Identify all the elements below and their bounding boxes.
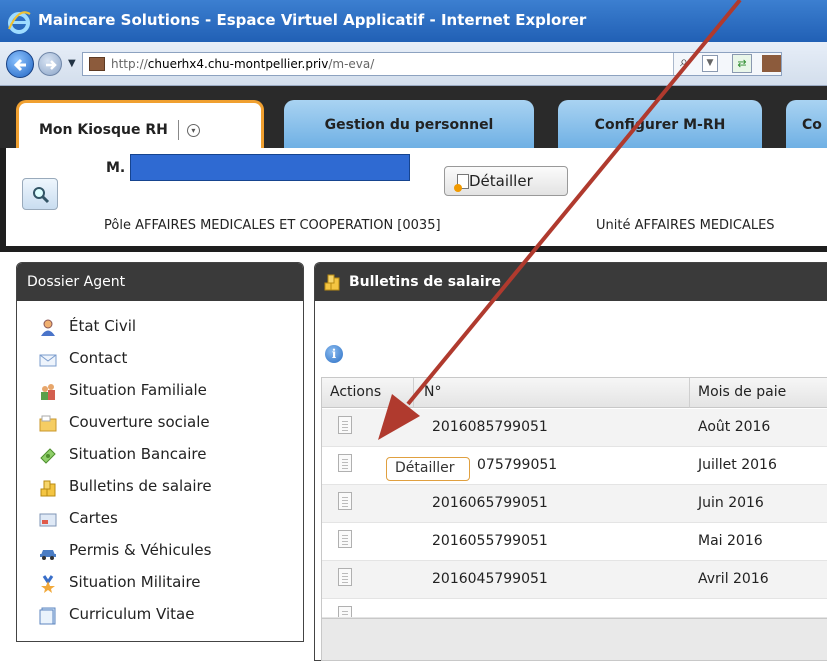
- detail-document-icon[interactable]: [338, 454, 352, 472]
- table-row[interactable]: 2016055799051 Mai 2016: [322, 523, 827, 561]
- sidebar-item-label: Bulletins de salaire: [69, 477, 212, 495]
- sidebar-item-label: Permis & Véhicules: [69, 541, 212, 559]
- tab-mon-kiosque-rh[interactable]: Mon Kiosque RH ▾: [16, 100, 264, 148]
- coins-icon: [324, 274, 340, 291]
- payslip-number: 2016055799051: [432, 533, 548, 549]
- sidebar-item-label: Situation Familiale: [69, 381, 207, 399]
- search-agent-button[interactable]: [22, 178, 58, 210]
- window-titlebar: Maincare Solutions - Espace Virtuel Appl…: [0, 0, 827, 42]
- url-field[interactable]: http://chuerhx4.chu-montpellier.priv/m-e…: [82, 52, 782, 76]
- car-icon: [40, 550, 56, 560]
- cv-icon: [39, 607, 56, 625]
- bulletins-panel: Bulletins de salaire i Actions N° Mois d…: [314, 262, 827, 661]
- payslip-number: 2016085799051: [432, 419, 548, 435]
- agent-pole: Pôle AFFAIRES MEDICALES ET COOPERATION […: [104, 218, 441, 233]
- sidebar-item-label: Curriculum Vitae: [69, 605, 195, 623]
- forward-arrow-icon: [46, 60, 57, 70]
- address-dropdown-button[interactable]: ▼: [702, 55, 718, 72]
- payslip-month: Août 2016: [698, 419, 771, 435]
- redacted-agent-name: [130, 154, 410, 181]
- dossier-agent-title: Dossier Agent: [17, 263, 303, 301]
- money-icon: [40, 448, 56, 464]
- column-header-mois-de-paie[interactable]: Mois de paie: [690, 378, 827, 408]
- search-icon[interactable]: ⌕: [680, 54, 688, 70]
- column-header-actions[interactable]: Actions: [322, 378, 414, 408]
- detail-document-icon[interactable]: [338, 492, 352, 510]
- payslip-month: Avril 2016: [698, 571, 769, 587]
- dossier-agent-panel: Dossier Agent État Civil Contact Situati…: [16, 262, 304, 642]
- url-prefix: http://: [111, 57, 148, 71]
- extra-tab-favicon-icon[interactable]: [762, 55, 781, 72]
- detail-document-icon[interactable]: [338, 568, 352, 586]
- tab-co[interactable]: Co: [786, 100, 827, 148]
- coins-icon: [40, 480, 56, 497]
- site-favicon-icon: [89, 57, 105, 71]
- person-icon: [41, 319, 55, 336]
- url-controls: ⌕ ▼ ⇄: [673, 53, 781, 75]
- detail-button-label: Détailler: [469, 172, 533, 190]
- back-button[interactable]: [6, 50, 34, 78]
- forward-button[interactable]: [38, 52, 62, 76]
- bulletins-panel-header: Bulletins de salaire: [315, 263, 827, 301]
- table-row[interactable]: 2016045799051 Avril 2016: [322, 561, 827, 599]
- agent-title: M.: [106, 160, 126, 176]
- card-icon: [39, 513, 57, 527]
- app-tabbar: Mon Kiosque RH ▾ Gestion du personnel Con…: [0, 86, 827, 148]
- payslip-number: 2016065799051: [432, 495, 548, 511]
- payslip-month: Juillet 2016: [698, 457, 777, 473]
- tab-label: Co: [802, 117, 822, 133]
- magnifier-icon: [33, 187, 50, 204]
- payslip-number: 2016045799051: [432, 571, 548, 587]
- tab-gestion-du-personnel[interactable]: Gestion du personnel: [284, 100, 534, 148]
- sidebar-item-label: État Civil: [69, 317, 137, 335]
- info-icon[interactable]: i: [325, 345, 343, 363]
- payslip-month: Mai 2016: [698, 533, 763, 549]
- payslip-number: 075799051: [477, 457, 558, 473]
- compatibility-icon[interactable]: ⇄: [732, 54, 752, 73]
- sidebar-item-label: Cartes: [69, 509, 118, 527]
- sidebar-item-label: Situation Militaire: [69, 573, 201, 591]
- tab-menu-icon[interactable]: ▾: [186, 123, 200, 137]
- sidebar-item-label: Situation Bancaire: [69, 445, 207, 463]
- tab-label: Configurer M-RH: [594, 117, 726, 133]
- internet-explorer-icon: [8, 11, 31, 34]
- folder-icon: [39, 415, 57, 432]
- detail-doc-icon: [454, 174, 469, 192]
- tab-label: Gestion du personnel: [324, 117, 494, 133]
- sidebar-item-label: Couverture sociale: [69, 413, 210, 431]
- medal-icon: [41, 575, 55, 593]
- history-dropdown-icon[interactable]: ▼: [68, 58, 76, 69]
- tab-configurer-m-rh[interactable]: Configurer M-RH: [558, 100, 762, 148]
- tab-label: Mon Kiosque RH: [39, 122, 168, 138]
- agent-identity-panel: M. Détailler Pôle AFFAIRES MEDICALES ET …: [0, 148, 827, 252]
- envelope-icon: [39, 354, 57, 367]
- table-row[interactable]: 2016085799051 Août 2016: [322, 409, 827, 447]
- agent-identity-content: M. Détailler Pôle AFFAIRES MEDICALES ET …: [6, 148, 827, 246]
- family-icon: [41, 384, 55, 400]
- detail-document-icon[interactable]: [338, 416, 352, 434]
- agent-unite: Unité AFFAIRES MEDICALES: [596, 218, 775, 233]
- payslips-table: Actions N° Mois de paie 2016085799051 Ao…: [321, 377, 827, 661]
- url-host: chuerhx4.chu-montpellier.priv: [147, 57, 329, 71]
- detail-agent-button[interactable]: Détailler: [444, 166, 568, 196]
- payslip-month: Juin 2016: [698, 495, 764, 511]
- column-header-numero[interactable]: N°: [414, 378, 690, 408]
- address-toolbar: ▼ http://chuerhx4.chu-montpellier.priv/m…: [0, 42, 827, 86]
- detail-document-icon[interactable]: [338, 530, 352, 548]
- tab-separator: [177, 120, 179, 140]
- sidebar-item-label: Contact: [69, 349, 128, 367]
- url-path: /m-eva/: [328, 57, 375, 71]
- window-title: Maincare Solutions - Espace Virtuel Appl…: [38, 11, 587, 29]
- table-row[interactable]: 2016065799051 Juin 2016: [322, 485, 827, 523]
- detail-tooltip: Détailler: [386, 457, 470, 481]
- detail-document-icon[interactable]: [338, 606, 352, 617]
- back-arrow-icon: [13, 58, 26, 72]
- bulletins-panel-title: Bulletins de salaire: [349, 274, 502, 290]
- table-footer: [322, 618, 827, 660]
- table-row-partial[interactable]: [322, 599, 827, 618]
